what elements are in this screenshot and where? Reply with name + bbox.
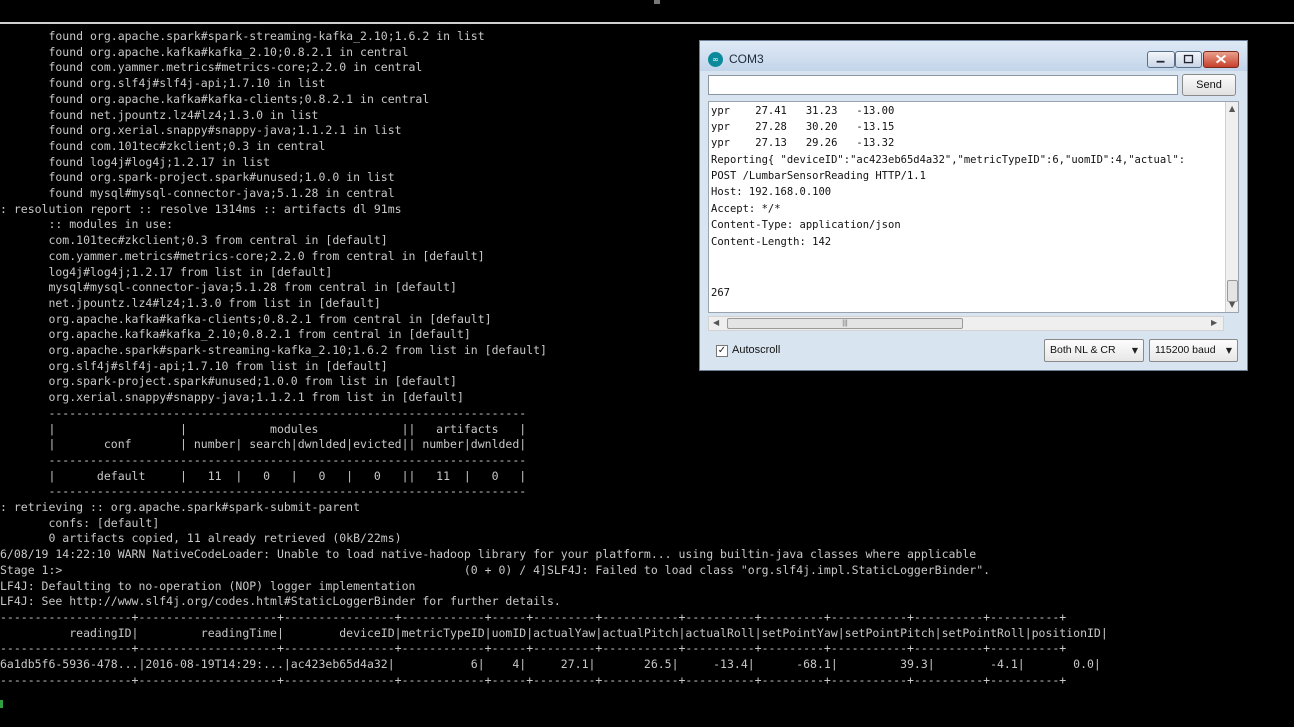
terminal-line: ----------------------------------------… [0,405,527,420]
line-ending-value: Both NL & CR [1050,344,1116,356]
serial-output-line: Content-Length: 142 [711,236,832,248]
terminal-line: org.slf4j#slf4j-api;1.7.10 from list in … [0,358,388,373]
terminal-line: 0 artifacts copied, 11 already retrieved… [0,531,402,546]
serial-output-line: 267 [711,287,730,299]
terminal-line: readingID| readingTime| deviceID|metricT… [0,625,1108,640]
terminal-line: found mysql#mysql-connector-java;5.1.28 … [0,186,395,200]
vertical-scroll-thumb[interactable] [1227,280,1238,302]
terminal-line: org.apache.kafka#kafka_2.10;0.8.2.1 from… [0,327,471,342]
minimize-icon [1156,60,1165,63]
terminal-cursor [0,700,3,708]
chevron-down-icon: ▼ [1225,346,1232,355]
terminal-title-divider [0,22,1294,24]
terminal-line: :: modules in use: [0,217,174,232]
serial-output-line: Accept: */* [711,203,781,215]
terminal-line: org.apache.spark#spark-streaming-kafka_2… [0,343,547,357]
terminal-line: -------------------+--------------------… [0,641,1067,656]
serial-output-line: Content-Type: application/json [711,219,901,231]
terminal-line: found com.yammer.metrics#metrics-core;2.… [0,60,423,75]
maximize-button[interactable] [1175,51,1202,68]
close-button[interactable] [1203,51,1239,68]
terminal-line: Stage 1:> (0 + 0) / 4]SLF4J: Failed to l… [0,562,991,577]
scroll-down-icon[interactable]: ▼ [1229,300,1235,309]
terminal-line: : resolution report :: resolve 1314ms ::… [0,201,402,216]
terminal-line: 6/08/19 14:22:10 WARN NativeCodeLoader: … [0,547,977,562]
infinity-icon: ∞ [708,52,723,67]
terminal-line: | default | 11 | 0 | 0 | 0 || 11 | 0 | [0,468,527,483]
serial-output-line: POST /LumbarSensorReading HTTP/1.1 [711,170,926,182]
serial-monitor-window[interactable]: ∞ COM3 Send ypr 27.41 31.23 -13.00 ypr 2… [699,40,1248,371]
baud-rate-value: 115200 baud [1155,344,1216,356]
terminal-line: found org.spark-project.spark#unused;1.0… [0,170,395,185]
terminal-line: | | modules || artifacts | [0,421,527,436]
terminal-line: found net.jpountz.lz4#lz4;1.3.0 in list [0,107,319,122]
horizontal-scrollbar[interactable]: ◀ ||| ▶ [708,316,1224,331]
serial-output-line: ypr 27.41 31.23 -13.00 [711,105,895,117]
terminal-line: LF4J: Defaulting to no-operation (NOP) l… [0,578,416,593]
terminal-line: com.101tec#zkclient;0.3 from central in … [0,233,388,248]
terminal-line: found org.apache.kafka#kafka-clients;0.8… [0,91,430,106]
title-bar-mark [654,0,660,4]
terminal-line: found org.apache.kafka#kafka_2.10;0.8.2.… [0,44,409,59]
terminal-line: found com.101tec#zkclient;0.3 in central [0,138,326,153]
serial-output-line: ypr 27.28 30.20 -13.15 [711,121,895,133]
terminal-line: org.xerial.snappy#snappy-java;1.1.2.1 fr… [0,390,464,405]
send-input[interactable] [708,75,1178,95]
serial-output[interactable]: ypr 27.41 31.23 -13.00 ypr 27.28 30.20 -… [708,101,1239,313]
vertical-scrollbar[interactable]: ▲ ▼ [1225,102,1238,312]
terminal-line: -------------------+--------------------… [0,609,1067,624]
serial-output-line: Host: 192.168.0.100 [711,186,832,198]
terminal-line: found org.slf4j#slf4j-api;1.7.10 in list [0,76,326,91]
horizontal-scroll-thumb[interactable]: ||| [727,318,963,329]
terminal-line: 6a1db5f6-5936-478...|2016-08-19T14:29:..… [0,657,1101,671]
terminal-line: org.spark-project.spark#unused;1.0.0 fro… [0,374,457,389]
serial-output-line: Reporting{ "deviceID":"ac423eb65d4a32","… [711,154,1186,166]
close-icon [1215,54,1227,64]
terminal-line: -------------------+--------------------… [0,672,1067,687]
baud-rate-select[interactable]: 115200 baud ▼ [1149,339,1238,362]
terminal-line: found org.xerial.snappy#snappy-java;1.1.… [0,123,402,138]
terminal-line: : retrieving :: org.apache.spark#spark-s… [0,500,361,514]
send-button[interactable]: Send [1182,74,1236,96]
terminal-title-bar [0,0,1294,22]
autoscroll-checkbox[interactable]: ✓ [716,345,728,357]
maximize-icon [1183,54,1194,64]
window-title-bar[interactable]: ∞ COM3 [700,41,1247,71]
scroll-up-icon[interactable]: ▲ [1229,104,1235,113]
autoscroll-label: Autoscroll [732,344,781,356]
terminal-line: log4j#log4j;1.2.17 from list in [default… [0,264,333,279]
terminal-line: confs: [default] [0,515,160,530]
terminal-line: ----------------------------------------… [0,484,527,499]
serial-output-line: ypr 27.13 29.26 -13.32 [711,137,895,149]
terminal-line: mysql#mysql-connector-java;5.1.28 from c… [0,280,457,295]
terminal-line: net.jpountz.lz4#lz4;1.3.0 from list in [… [0,295,381,310]
terminal-line: | conf | number| search|dwnlded|evicted|… [0,437,527,452]
line-ending-select[interactable]: Both NL & CR ▼ [1044,339,1144,362]
scroll-right-icon[interactable]: ▶ [1211,318,1217,327]
minimize-button[interactable] [1147,51,1175,68]
terminal-line: org.apache.kafka#kafka-clients;0.8.2.1 f… [0,311,492,326]
terminal-line: found log4j#log4j;1.2.17 in list [0,154,271,169]
terminal-line: found org.apache.spark#spark-streaming-k… [0,29,485,43]
scroll-left-icon[interactable]: ◀ [713,318,719,327]
terminal-line: LF4J: See http://www.slf4j.org/codes.htm… [0,594,561,609]
window-title: COM3 [729,52,764,66]
chevron-down-icon: ▼ [1131,346,1138,355]
terminal-line: ----------------------------------------… [0,452,527,467]
terminal-line: com.yammer.metrics#metrics-core;2.2.0 fr… [0,248,485,263]
